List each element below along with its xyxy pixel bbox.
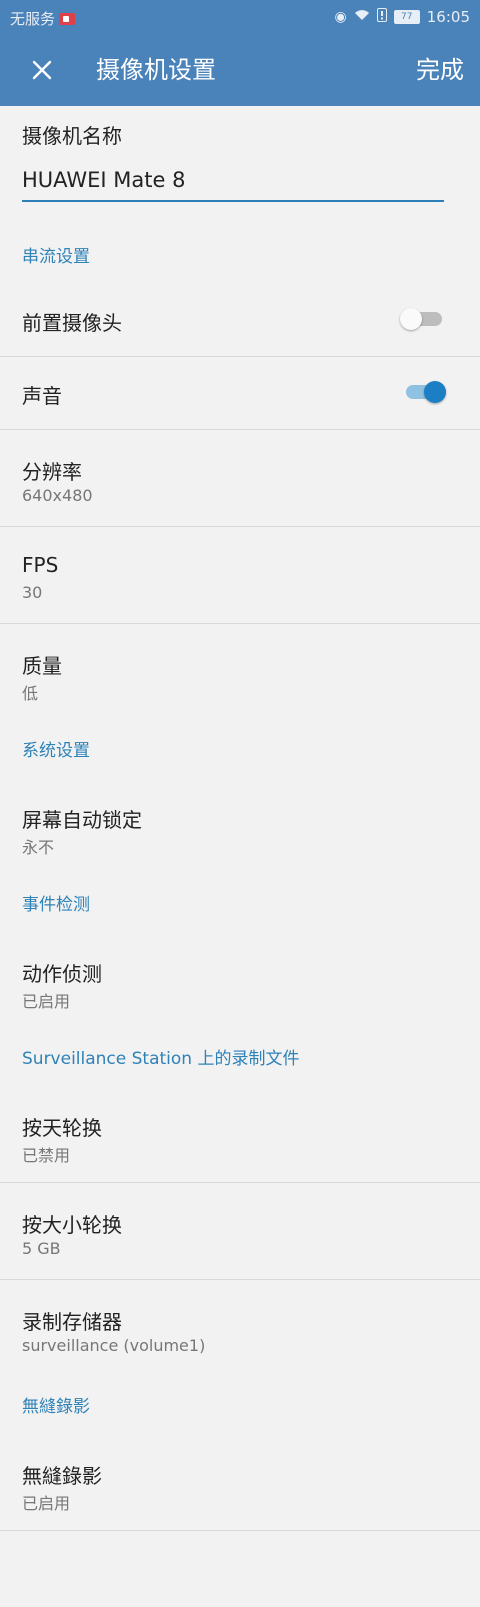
section-header-streaming: 串流设置 (0, 226, 480, 284)
resolution-row[interactable]: 分辨率 640x480 (0, 430, 480, 527)
page-title: 摄像机设置 (96, 56, 216, 84)
settings-list: 摄像机名称 串流设置 前置摄像头 声音 分辨率 640x480 FPS 30 质… (0, 106, 480, 1531)
rotate-by-size-value: 5 GB (22, 1239, 61, 1258)
status-bar-right: ◉ 77 16:05 (335, 8, 470, 26)
motion-detection-label: 动作侦测 (22, 962, 102, 986)
quality-value: 低 (22, 684, 39, 703)
front-camera-label: 前置摄像头 (22, 311, 122, 335)
rotate-by-day-label: 按天轮换 (22, 1116, 102, 1140)
section-title: 系统设置 (22, 741, 90, 761)
alert-icon (376, 8, 387, 26)
section-header-events: 事件检测 (0, 874, 480, 932)
carrier-text: 无服务 (10, 10, 56, 28)
fps-value: 30 (22, 583, 43, 602)
resolution-value: 640x480 (22, 486, 93, 505)
auto-lock-value: 永不 (22, 838, 55, 857)
toggle-thumb (424, 381, 446, 403)
audio-toggle[interactable] (400, 381, 446, 403)
eye-icon: ◉ (334, 9, 347, 25)
seamless-recording-row[interactable]: 無縫錄影 已启用 (0, 1434, 480, 1531)
close-button[interactable] (24, 52, 60, 88)
status-bar-left: 无服务 (10, 8, 76, 29)
toggle-thumb (400, 308, 422, 330)
recording-storage-value: surveillance (volume1) (22, 1336, 206, 1355)
section-header-seamless: 無縫錄影 (0, 1376, 480, 1434)
app-bar: 摄像机设置 完成 (0, 34, 480, 106)
seamless-recording-value: 已启用 (22, 1494, 71, 1513)
resolution-label: 分辨率 (22, 460, 82, 484)
section-header-system: 系统设置 (0, 720, 480, 778)
section-title: 無縫錄影 (22, 1397, 90, 1417)
rotate-by-day-row[interactable]: 按天轮换 已禁用 (0, 1086, 480, 1183)
front-camera-toggle[interactable] (400, 308, 444, 330)
auto-lock-label: 屏幕自动锁定 (22, 808, 142, 832)
status-time: 16:05 (426, 8, 470, 26)
seamless-recording-label: 無縫錄影 (22, 1464, 102, 1488)
status-bar: 无服务 ◉ 77 16:05 (0, 0, 480, 34)
camera-name-block: 摄像机名称 (0, 106, 480, 226)
close-icon (32, 60, 52, 80)
battery-icon: 77 (393, 10, 420, 24)
camera-name-input[interactable] (22, 160, 444, 202)
fps-row[interactable]: FPS 30 (0, 527, 480, 624)
recording-storage-row[interactable]: 录制存储器 surveillance (volume1) (0, 1280, 480, 1376)
wifi-icon (354, 9, 370, 25)
record-icon (59, 12, 76, 25)
rotate-by-day-value: 已禁用 (22, 1146, 71, 1165)
auto-lock-row[interactable]: 屏幕自动锁定 永不 (0, 778, 480, 874)
done-button[interactable]: 完成 (416, 52, 464, 88)
quality-label: 质量 (22, 654, 62, 678)
motion-detection-row[interactable]: 动作侦测 已启用 (0, 932, 480, 1028)
section-title: Surveillance Station 上的录制文件 (22, 1049, 300, 1069)
section-title: 串流设置 (22, 247, 90, 267)
fps-label: FPS (22, 553, 59, 577)
front-camera-row[interactable]: 前置摄像头 (0, 284, 480, 357)
audio-label: 声音 (22, 384, 62, 408)
quality-row[interactable]: 质量 低 (0, 624, 480, 720)
recording-storage-label: 录制存储器 (22, 1310, 122, 1334)
section-title: 事件检测 (22, 895, 90, 915)
motion-detection-value: 已启用 (22, 992, 71, 1011)
audio-row[interactable]: 声音 (0, 357, 480, 430)
rotate-by-size-label: 按大小轮换 (22, 1213, 122, 1237)
camera-name-label: 摄像机名称 (22, 124, 122, 148)
section-header-recordings: Surveillance Station 上的录制文件 (0, 1028, 480, 1086)
rotate-by-size-row[interactable]: 按大小轮换 5 GB (0, 1183, 480, 1280)
